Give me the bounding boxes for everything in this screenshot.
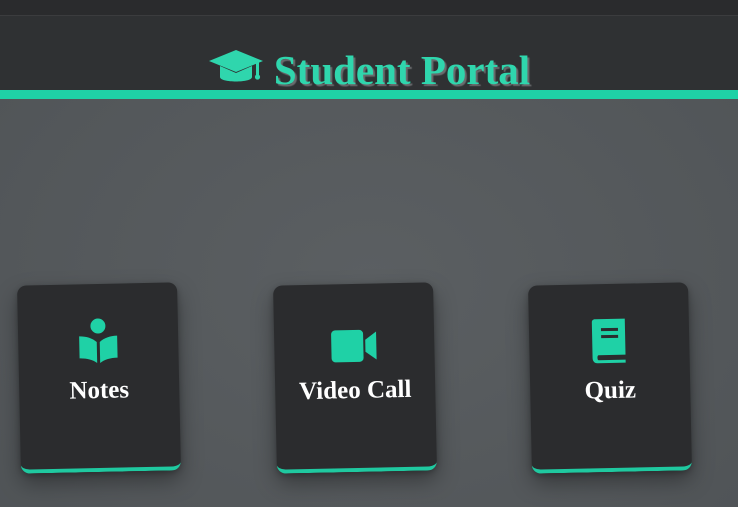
quiz-card[interactable]: Quiz xyxy=(528,282,692,474)
page-title-text: Student Portal xyxy=(273,47,531,93)
graduation-cap-icon xyxy=(208,46,264,98)
video-camera-icon xyxy=(274,318,435,365)
page-title: Student Portal xyxy=(0,44,738,98)
book-icon xyxy=(529,318,690,365)
page: Student Portal Notes Video Call Quiz xyxy=(0,0,738,507)
quiz-label: Quiz xyxy=(584,376,637,405)
notes-label: Notes xyxy=(69,376,130,405)
notes-card[interactable]: Notes xyxy=(17,282,181,474)
video-call-card[interactable]: Video Call xyxy=(273,282,437,474)
video-call-label: Video Call xyxy=(298,375,412,406)
browser-top-strip xyxy=(0,0,738,16)
reading-person-icon xyxy=(18,318,179,365)
